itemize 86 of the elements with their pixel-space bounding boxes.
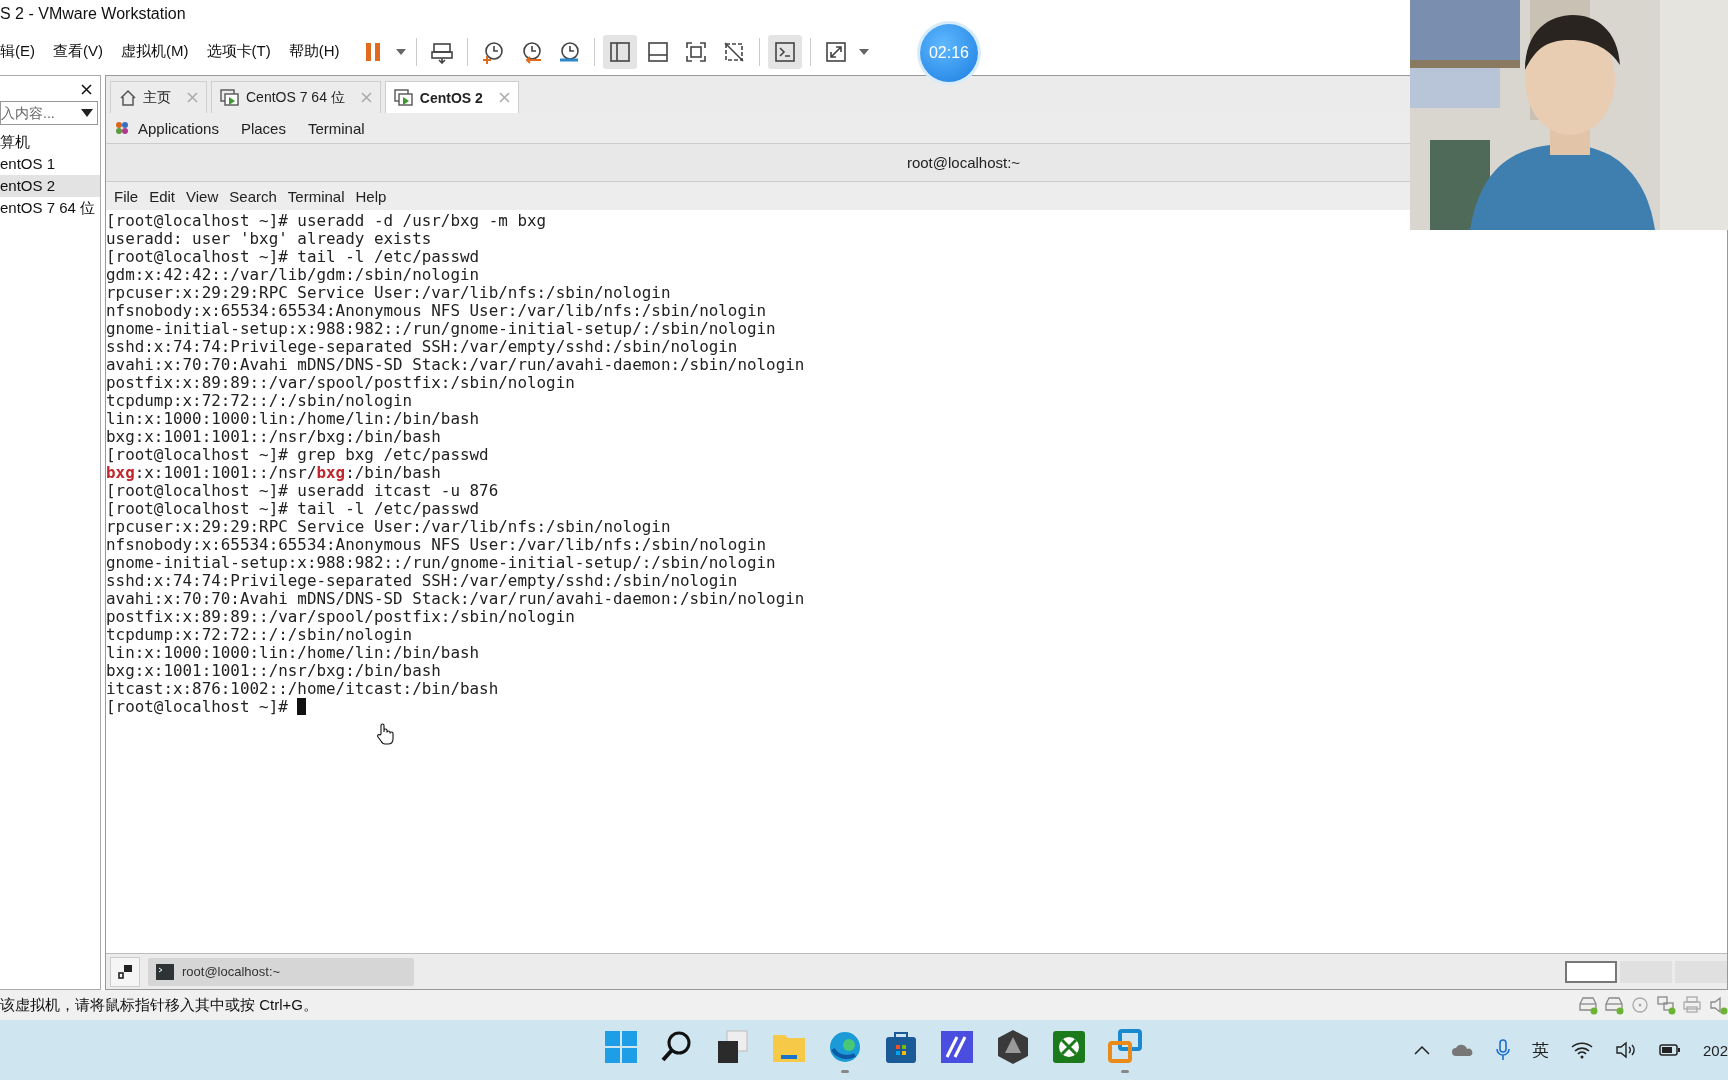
toolbar-button[interactable]: [768, 34, 803, 69]
terminal-line: nfsnobody:x:65534:65534:Anonymous NFS User:/var/lib/nfs:/sbin/nologin: [106, 302, 768, 320]
terminal-line: rpcuser:x:29:29:RPC Service User:/var/lib/nfs:/sbin/nologin: [106, 284, 672, 302]
dropdown-icon: [81, 109, 93, 117]
workspace-switcher[interactable]: [1675, 960, 1727, 983]
timer-badge: 02:16: [920, 24, 978, 82]
tab[interactable]: CentOS 7 64 位: [211, 81, 381, 113]
terminal-line: itcast:x:876:1002::/home/itcast:/bin/bash: [106, 680, 500, 698]
menu-item[interactable]: Help: [351, 187, 391, 205]
windows-icon: [118, 964, 132, 979]
clock-text[interactable]: 202: [1702, 1041, 1728, 1059]
terminal-line: [root@localhost ~]#: [106, 697, 288, 716]
tree-item[interactable]: 算机: [0, 131, 100, 153]
toolbar-button[interactable]: [603, 34, 638, 69]
tree-item[interactable]: entOS 2: [0, 175, 100, 197]
caret-icon[interactable]: [859, 48, 870, 55]
menu-item[interactable]: Applications: [114, 119, 219, 137]
tree-item[interactable]: entOS 1: [0, 153, 100, 175]
tree-item[interactable]: entOS 7 64 位: [0, 197, 100, 219]
close-icon[interactable]: [81, 84, 92, 95]
window-title: root@localhost:~: [906, 154, 1021, 171]
menu-item[interactable]: File: [110, 187, 143, 205]
input-method-indicator[interactable]: 英: [1531, 1038, 1549, 1062]
terminal-line: [root@localhost ~]# tail -l /etc/passwd: [106, 248, 481, 266]
terminal-line: avahi:x:70:70:Avahi mDNS/DNS-SD Stack:/var/run/avahi-daemon:/sbin/nologin: [106, 356, 806, 374]
window-title: S 2 - VMware Workstation: [0, 5, 186, 23]
terminal-line: postfix:x:89:89::/var/spool/postfix:/sbin/nologin: [106, 374, 576, 392]
terminal-line: bxg:x:1001:1001::/nsr/bxg:/bin/bash: [106, 428, 442, 446]
terminal-line: [root@localhost ~]# tail -l /etc/passwd: [106, 500, 481, 518]
terminal-line: nfsnobody:x:65534:65534:Anonymous NFS User:/var/lib/nfs:/sbin/nologin: [106, 536, 768, 554]
hand-cursor-icon: [376, 723, 394, 745]
home-icon: [119, 88, 137, 107]
panel-icon: [646, 39, 671, 64]
menu-item[interactable]: Search: [225, 187, 281, 205]
vm-icon: [220, 88, 240, 107]
terminal-line: bxg:x:1001:1001::/nsr/bxg:/bin/bash: [106, 662, 442, 680]
terminal-line: gnome-initial-setup:x:988:982::/run/gnome-initial-setup/:/sbin/nologin: [106, 320, 777, 338]
stretch-icon: [824, 39, 849, 64]
status-text: 该虚拟机，请将鼠标指针移入其中或按 Ctrl+G。: [0, 995, 318, 1015]
taskbar-item[interactable]: root@localhost:~: [148, 957, 414, 986]
terminal-line: sshd:x:74:74:Privilege-separated SSH:/var/empty/sshd:/sbin/nologin: [106, 338, 739, 356]
terminal-line: gdm:x:42:42::/var/lib/gdm:/sbin/nologin: [106, 266, 481, 284]
terminal-line: sshd:x:74:74:Privilege-separated SSH:/var/empty/sshd:/sbin/nologin: [106, 572, 739, 590]
menu-item[interactable]: 辑(E): [0, 42, 44, 61]
show-desktop-button[interactable]: [110, 956, 140, 987]
menu-item[interactable]: Edit: [145, 187, 180, 205]
vm-icon: [393, 88, 414, 107]
terminal-line: [root@localhost ~]# useradd itcast -u 876: [106, 482, 500, 500]
chevron-up-icon[interactable]: [1413, 1045, 1430, 1055]
clock-icon: [481, 39, 506, 64]
terminal-line: useradd: user 'bxg' already exists: [106, 230, 433, 248]
menu-item[interactable]: Places: [240, 119, 286, 137]
terminal-icon: [156, 963, 174, 980]
sidebar-icon: [608, 39, 633, 64]
wifi-icon[interactable]: [1570, 1041, 1593, 1059]
terminal-line: tcpdump:x:72:72::/:/sbin/nologin: [106, 626, 414, 644]
terminal-line: [root@localhost ~]# grep bxg /etc/passwd: [106, 446, 490, 464]
menu-item[interactable]: 选项卡(T): [197, 42, 280, 61]
menu-item[interactable]: Terminal: [307, 119, 365, 137]
tab[interactable]: CentOS 2: [384, 81, 519, 113]
workspace-switcher[interactable]: [1565, 960, 1617, 983]
terminal-line: lin:x:1000:1000:lin:/home/lin:/bin/bash: [106, 410, 481, 428]
console-icon: [773, 39, 798, 64]
terminal-line: rpcuser:x:29:29:RPC Service User:/var/lib/nfs:/sbin/nologin: [106, 518, 672, 536]
search-field[interactable]: 入内容...: [0, 101, 98, 125]
menu-item[interactable]: Terminal: [283, 187, 349, 205]
menu-item[interactable]: View: [182, 187, 223, 205]
terminal-line: bxg:x:1001:1001::/nsr/bxg:/bin/bash: [106, 464, 442, 482]
speaker-icon[interactable]: [1614, 1041, 1637, 1059]
apps-icon: [114, 120, 130, 136]
cloud-icon[interactable]: [1451, 1043, 1474, 1057]
caret-icon[interactable]: [396, 48, 407, 55]
fullscreen-icon: [684, 39, 709, 64]
battery-icon[interactable]: [1658, 1043, 1681, 1057]
menu-item[interactable]: 查看(V): [44, 42, 112, 61]
terminal-line: tcpdump:x:72:72::/:/sbin/nologin: [106, 392, 414, 410]
terminal-line: lin:x:1000:1000:lin:/home/lin:/bin/bash: [106, 644, 481, 662]
terminal-line: gnome-initial-setup:x:988:982::/run/gnome-initial-setup/:/sbin/nologin: [106, 554, 777, 572]
terminal-line: [root@localhost ~]# useradd -d /usr/bxg -m bxg: [106, 212, 548, 230]
terminal-line: postfix:x:89:89::/var/spool/postfix:/sbin/nologin: [106, 608, 576, 626]
menu-item[interactable]: 虚拟机(M): [112, 42, 198, 61]
terminal-line: avahi:x:70:70:Avahi mDNS/DNS-SD Stack:/var/run/avahi-daemon:/sbin/nologin: [106, 590, 806, 608]
menu-item[interactable]: 帮助(H): [279, 42, 349, 61]
tab[interactable]: 主页: [110, 81, 207, 113]
microphone-icon[interactable]: [1495, 1039, 1510, 1061]
clock-icon: [557, 39, 582, 64]
